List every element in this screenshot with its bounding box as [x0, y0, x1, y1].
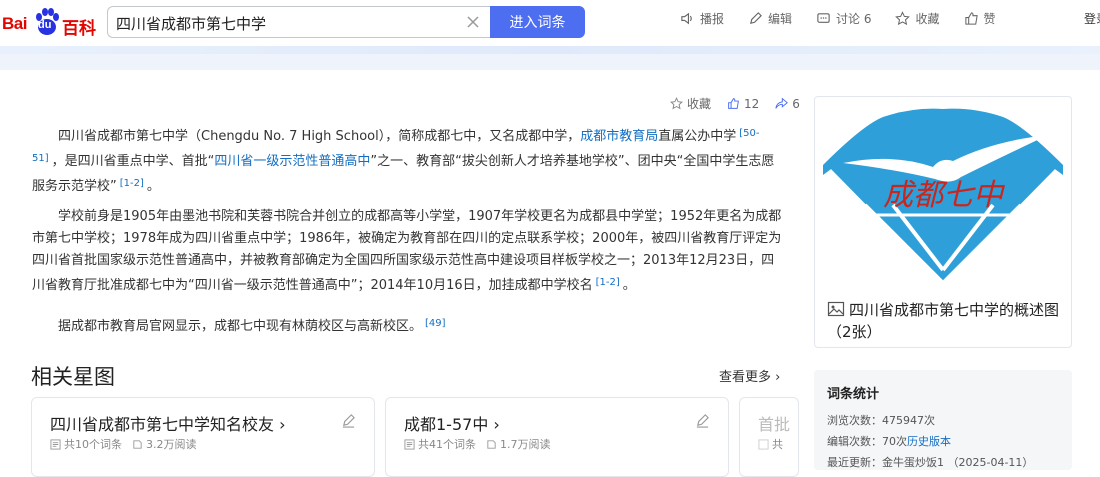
- p1-text-3: ，是四川省重点中学、首批“: [51, 154, 215, 169]
- article-like-button[interactable]: 12: [727, 95, 759, 112]
- album-caption: 四川省成都市第七中学的概述图（2张）: [827, 299, 1067, 343]
- history-version-link[interactable]: 历史版本: [907, 435, 951, 448]
- related-card[interactable]: 四川省成都市第七中学知名校友 › 共10个词条 3.2万阅读: [31, 397, 375, 477]
- favorite-label: 收藏: [915, 11, 940, 26]
- related-card-title: 首批: [758, 415, 791, 434]
- logo-du-text: du: [38, 19, 52, 31]
- related-card-title: 四川省成都市第七中学知名校友 ›: [50, 415, 286, 434]
- school-logo-image: 成都七中: [823, 105, 1063, 285]
- school-logo-text: 成都七中: [883, 178, 1006, 213]
- search-input[interactable]: [116, 12, 446, 34]
- p3-text: 据成都市教育局官网显示，成都七中现有林荫校区与高新校区。: [58, 319, 423, 334]
- updated-value: 金牛蛋炒饭1 （2025-04-11）: [882, 456, 1034, 469]
- pencil-icon: [750, 11, 762, 24]
- thumbs-up-icon: [964, 11, 978, 25]
- list-icon: [758, 438, 769, 450]
- related-section-title: 相关星图: [31, 365, 115, 389]
- like-button[interactable]: 赞: [964, 8, 996, 28]
- broadcast-button[interactable]: 播报: [680, 8, 724, 28]
- list-icon: [404, 438, 415, 450]
- search-box: [107, 6, 490, 38]
- summary-album[interactable]: 成都七中 四川省成都市第七中学的概述图（2张）: [814, 96, 1072, 348]
- read-count: 3.2万阅读: [146, 438, 197, 451]
- related-card-meta: 共41个词条 1.7万阅读: [404, 436, 561, 452]
- speaker-icon: [681, 12, 692, 24]
- baidu-baike-logo[interactable]: Bai du 百科: [0, 6, 100, 40]
- edit-button[interactable]: 编辑: [748, 8, 792, 28]
- header-actions: 播报 编辑 讨论 6 收藏 赞: [680, 8, 1020, 28]
- related-card-meta: 共10个词条 3.2万阅读: [50, 436, 207, 452]
- reference-49[interactable]: [49]: [425, 318, 446, 329]
- p1-text-5: 。: [146, 179, 160, 194]
- discussion-button[interactable]: 讨论 6: [816, 8, 871, 28]
- comment-icon: [817, 12, 830, 23]
- book-icon: [487, 439, 496, 449]
- p1-text-2: 直属公办中学: [658, 129, 737, 144]
- logo-bai-text: Bai: [2, 14, 27, 33]
- updated-line: 最近更新：金牛蛋炒饭1 （2025-04-11）: [827, 456, 1034, 469]
- favorite-button[interactable]: 收藏: [895, 8, 940, 28]
- chevron-right-icon: ›: [274, 415, 286, 434]
- star-icon: [895, 10, 911, 25]
- p1-text-1: 四川省成都市第七中学（Chengdu No. 7 High School），简称…: [58, 129, 581, 144]
- edits-line: 编辑次数：70次历史版本: [827, 435, 951, 448]
- login-link[interactable]: 登录: [1084, 10, 1100, 27]
- views-count: 475947次: [882, 414, 935, 427]
- reference-1-2[interactable]: [1-2]: [120, 178, 144, 189]
- reference-1-2-b[interactable]: [1-2]: [596, 277, 620, 288]
- see-more-label: 查看更多: [719, 370, 772, 385]
- link-provincial-model-high-school[interactable]: 四川省一级示范性普通高中: [214, 154, 370, 169]
- image-icon: [827, 301, 845, 317]
- views-line: 浏览次数：475947次: [827, 414, 935, 427]
- article-favorite-button[interactable]: 收藏: [670, 95, 711, 112]
- p2-end: 。: [622, 278, 636, 293]
- see-more-link[interactable]: 查看更多 ›: [719, 366, 780, 385]
- summary-paragraph-1: 四川省成都市第七中学（Chengdu No. 7 High School），简称…: [32, 123, 782, 198]
- article-share-button[interactable]: 6: [775, 95, 800, 112]
- edit-label: 编辑: [768, 11, 793, 26]
- summary-paragraph-3: 据成都市教育局官网显示，成都七中现有林荫校区与高新校区。 [49]: [32, 313, 782, 338]
- banner-shadow: [0, 54, 1100, 70]
- pencil-icon[interactable]: [695, 413, 710, 428]
- p2-text: 学校前身是1905年由墨池书院和芙蓉书院合并创立的成都高等小学堂，1907年学校…: [32, 209, 782, 293]
- enter-entry-button[interactable]: 进入词条: [490, 6, 585, 38]
- top-header: Bai du 百科 进入词条 播报 编辑 讨论 6: [0, 0, 1100, 46]
- article-favorite-label: 收藏: [687, 97, 712, 111]
- thumbs-up-icon: [728, 98, 739, 109]
- related-card[interactable]: 成都1-57中 › 共41个词条 1.7万阅读: [385, 397, 729, 477]
- album-caption-text: 四川省成都市第七中学的概述图（2张）: [827, 301, 1060, 341]
- edits-count: 70次: [882, 435, 907, 448]
- like-label: 赞: [983, 11, 996, 26]
- chevron-right-icon: ›: [488, 415, 500, 434]
- clear-icon[interactable]: [466, 15, 480, 29]
- share-icon: [775, 97, 789, 109]
- related-card-title: 成都1-57中 ›: [404, 415, 500, 434]
- article-share-count: 6: [792, 96, 800, 111]
- entry-statistics: 词条统计 浏览次数：475947次 编辑次数：70次历史版本 最近更新：金牛蛋炒…: [814, 370, 1072, 470]
- related-card[interactable]: 首批 共: [739, 397, 799, 477]
- link-chengdu-education-bureau[interactable]: 成都市教育局: [580, 129, 658, 144]
- broadcast-label: 播报: [700, 11, 725, 26]
- stats-title: 词条统计: [827, 387, 880, 402]
- article-stats: 收藏 12 6: [670, 95, 816, 112]
- star-icon: [670, 97, 683, 110]
- article-like-count: 12: [744, 96, 760, 111]
- chevron-right-icon: ›: [775, 370, 781, 385]
- discussion-label: 讨论 6: [836, 11, 872, 26]
- entry-count: 共41个词条: [418, 438, 476, 451]
- entry-count: 共10个词条: [64, 438, 122, 451]
- summary-paragraph-2: 学校前身是1905年由墨池书院和芙蓉书院合并创立的成都高等小学堂，1907年学校…: [32, 206, 782, 297]
- book-icon: [133, 439, 142, 449]
- logo-baike-text: 百科: [62, 19, 96, 39]
- related-card-meta: 共: [758, 436, 793, 452]
- list-icon: [50, 438, 61, 450]
- entry-count: 共: [772, 438, 783, 451]
- pencil-icon[interactable]: [341, 413, 356, 428]
- read-count: 1.7万阅读: [500, 438, 551, 451]
